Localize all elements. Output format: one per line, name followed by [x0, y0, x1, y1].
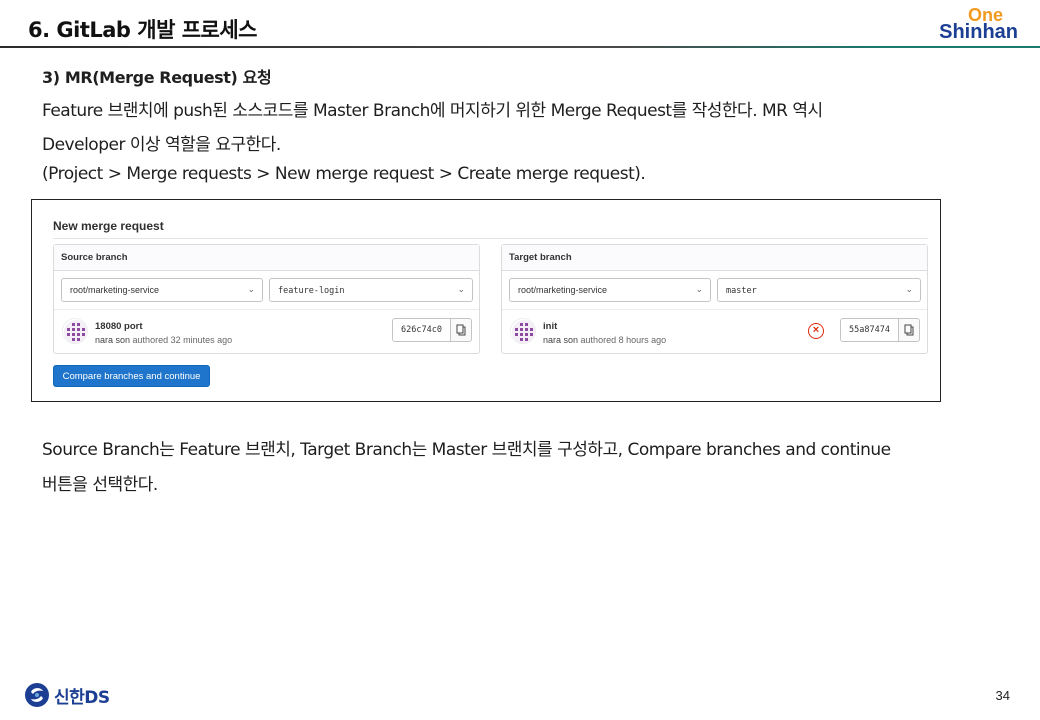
instruction-line-1: Source Branch는 Feature 브랜치, Target Branc… [42, 440, 891, 460]
target-project-value: root/marketing-service [518, 285, 608, 295]
copy-icon [456, 324, 466, 336]
source-project-select[interactable]: root/marketing-service ⌄ [61, 278, 263, 302]
description-line-3: (Project > Merge requests > New merge re… [42, 164, 646, 184]
target-branch-label: Target branch [502, 245, 927, 271]
target-commit-sha: 55a87474 [840, 318, 899, 342]
slide-title: 6. GitLab 개발 프로세스 [28, 18, 258, 42]
source-branch-label: Source branch [54, 245, 479, 271]
target-branch-panel: Target branch root/marketing-service ⌄ m… [501, 244, 928, 354]
chevron-down-icon: ⌄ [695, 284, 703, 294]
description-line-2: Developer 이상 역할을 요구한다. [42, 135, 281, 155]
target-commit: init nara son authored 8 hours ago × 55a… [502, 309, 927, 354]
page-number: 34 [995, 688, 1010, 703]
section-heading: 3) MR(Merge Request) 요청 [42, 68, 272, 87]
mr-title: New merge request [53, 219, 164, 233]
instruction-line-2: 버튼을 선택한다. [42, 475, 158, 495]
chevron-down-icon: ⌄ [247, 284, 255, 294]
one-shinhan-logo: One Shinhan [939, 6, 1018, 42]
mr-divider [53, 238, 928, 239]
title-divider [0, 46, 1040, 48]
copy-sha-button[interactable] [898, 318, 920, 342]
chevron-down-icon: ⌄ [457, 284, 465, 294]
source-commit-author: nara son [95, 335, 131, 345]
source-project-value: root/marketing-service [70, 285, 160, 295]
brand-shinhan: Shinhan [939, 21, 1018, 43]
compare-branches-button[interactable]: Compare branches and continue [53, 365, 210, 387]
avatar [510, 318, 536, 344]
copy-sha-button[interactable] [450, 318, 472, 342]
source-commit: 18080 port nara son authored 32 minutes … [54, 309, 479, 354]
target-commit-title[interactable]: init [543, 321, 557, 332]
target-branch-select[interactable]: master ⌄ [717, 278, 921, 302]
shinhan-swirl-icon [25, 683, 49, 707]
description-line-1: Feature 브랜치에 push된 소스코드를 Master Branch에 … [42, 101, 823, 121]
pipeline-failed-icon[interactable]: × [808, 323, 824, 339]
footer-company-name: 신한DS [54, 687, 110, 708]
shinhan-ds-logo: 신한DS [24, 682, 110, 708]
source-branch-select[interactable]: feature-login ⌄ [269, 278, 473, 302]
gitlab-screenshot: New merge request Source branch root/mar… [31, 199, 941, 402]
target-project-select[interactable]: root/marketing-service ⌄ [509, 278, 711, 302]
target-commit-meta: nara son authored 8 hours ago [543, 335, 666, 345]
source-commit-time: authored 32 minutes ago [132, 335, 233, 345]
target-branch-value: master [726, 286, 757, 296]
target-commit-author: nara son [543, 335, 579, 345]
copy-icon [904, 324, 914, 336]
chevron-down-icon: ⌄ [905, 284, 913, 294]
source-commit-meta: nara son authored 32 minutes ago [95, 335, 232, 345]
source-commit-title[interactable]: 18080 port [95, 321, 143, 332]
source-commit-sha: 626c74c0 [392, 318, 451, 342]
source-branch-value: feature-login [278, 286, 345, 296]
source-branch-panel: Source branch root/marketing-service ⌄ f… [53, 244, 480, 354]
avatar [62, 318, 88, 344]
target-commit-time: authored 8 hours ago [580, 335, 667, 345]
